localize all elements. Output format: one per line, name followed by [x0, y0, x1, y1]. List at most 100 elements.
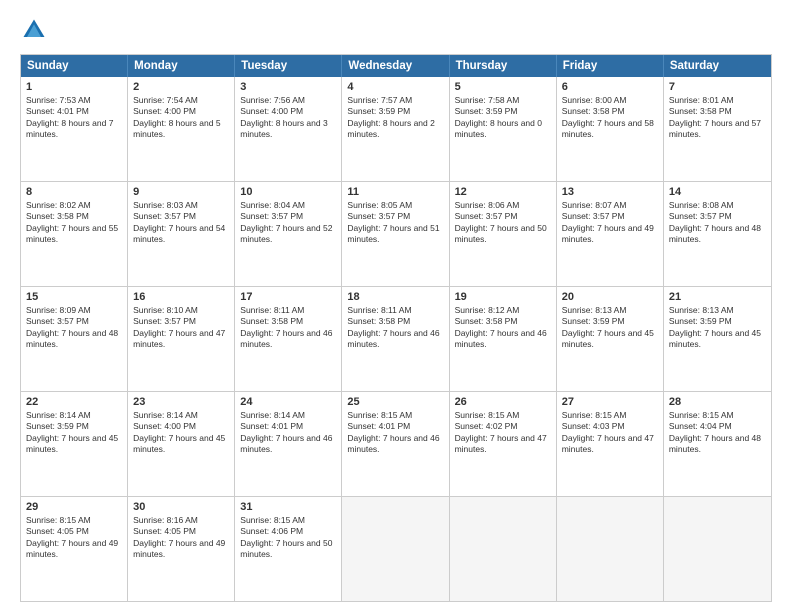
sunset: Sunset: 4:00 PM [133, 421, 229, 432]
sunrise: Sunrise: 7:54 AM [133, 95, 229, 106]
daylight: Daylight: 8 hours and 2 minutes. [347, 118, 443, 141]
cal-cell: 26 Sunrise: 8:15 AM Sunset: 4:02 PM Dayl… [450, 392, 557, 496]
cal-cell [557, 497, 664, 601]
cal-cell: 19 Sunrise: 8:12 AM Sunset: 3:58 PM Dayl… [450, 287, 557, 391]
day-number: 27 [562, 396, 658, 408]
cal-cell: 27 Sunrise: 8:15 AM Sunset: 4:03 PM Dayl… [557, 392, 664, 496]
daylight: Daylight: 7 hours and 54 minutes. [133, 223, 229, 246]
cal-cell: 9 Sunrise: 8:03 AM Sunset: 3:57 PM Dayli… [128, 182, 235, 286]
col-header-friday: Friday [557, 55, 664, 77]
cal-cell [664, 497, 771, 601]
cal-cell: 25 Sunrise: 8:15 AM Sunset: 4:01 PM Dayl… [342, 392, 449, 496]
cal-cell: 15 Sunrise: 8:09 AM Sunset: 3:57 PM Dayl… [21, 287, 128, 391]
sunrise: Sunrise: 8:16 AM [133, 515, 229, 526]
logo [20, 16, 52, 44]
day-number: 5 [455, 81, 551, 93]
sunrise: Sunrise: 8:10 AM [133, 305, 229, 316]
day-number: 20 [562, 291, 658, 303]
day-number: 6 [562, 81, 658, 93]
cal-cell: 5 Sunrise: 7:58 AM Sunset: 3:59 PM Dayli… [450, 77, 557, 181]
daylight: Daylight: 7 hours and 48 minutes. [26, 328, 122, 351]
sunrise: Sunrise: 8:13 AM [562, 305, 658, 316]
day-number: 28 [669, 396, 766, 408]
sunset: Sunset: 4:01 PM [347, 421, 443, 432]
sunset: Sunset: 3:58 PM [669, 106, 766, 117]
calendar-body: 1 Sunrise: 7:53 AM Sunset: 4:01 PM Dayli… [21, 77, 771, 601]
sunset: Sunset: 3:58 PM [240, 316, 336, 327]
sunrise: Sunrise: 8:05 AM [347, 200, 443, 211]
day-number: 26 [455, 396, 551, 408]
sunset: Sunset: 4:01 PM [26, 106, 122, 117]
cal-cell: 21 Sunrise: 8:13 AM Sunset: 3:59 PM Dayl… [664, 287, 771, 391]
day-number: 17 [240, 291, 336, 303]
daylight: Daylight: 7 hours and 47 minutes. [455, 433, 551, 456]
col-header-wednesday: Wednesday [342, 55, 449, 77]
day-number: 31 [240, 501, 336, 513]
daylight: Daylight: 7 hours and 52 minutes. [240, 223, 336, 246]
sunrise: Sunrise: 8:02 AM [26, 200, 122, 211]
sunset: Sunset: 3:57 PM [669, 211, 766, 222]
col-header-thursday: Thursday [450, 55, 557, 77]
daylight: Daylight: 7 hours and 50 minutes. [240, 538, 336, 561]
cal-cell: 28 Sunrise: 8:15 AM Sunset: 4:04 PM Dayl… [664, 392, 771, 496]
sunset: Sunset: 3:57 PM [347, 211, 443, 222]
cal-cell: 17 Sunrise: 8:11 AM Sunset: 3:58 PM Dayl… [235, 287, 342, 391]
day-number: 16 [133, 291, 229, 303]
day-number: 8 [26, 186, 122, 198]
daylight: Daylight: 7 hours and 55 minutes. [26, 223, 122, 246]
daylight: Daylight: 7 hours and 46 minutes. [240, 328, 336, 351]
daylight: Daylight: 8 hours and 5 minutes. [133, 118, 229, 141]
sunrise: Sunrise: 7:53 AM [26, 95, 122, 106]
day-number: 11 [347, 186, 443, 198]
sunrise: Sunrise: 8:15 AM [240, 515, 336, 526]
cal-cell: 22 Sunrise: 8:14 AM Sunset: 3:59 PM Dayl… [21, 392, 128, 496]
sunrise: Sunrise: 8:13 AM [669, 305, 766, 316]
sunset: Sunset: 3:59 PM [26, 421, 122, 432]
cal-cell [450, 497, 557, 601]
sunset: Sunset: 4:04 PM [669, 421, 766, 432]
daylight: Daylight: 7 hours and 46 minutes. [240, 433, 336, 456]
sunset: Sunset: 3:59 PM [347, 106, 443, 117]
daylight: Daylight: 8 hours and 7 minutes. [26, 118, 122, 141]
daylight: Daylight: 7 hours and 46 minutes. [347, 433, 443, 456]
day-number: 22 [26, 396, 122, 408]
cal-cell: 31 Sunrise: 8:15 AM Sunset: 4:06 PM Dayl… [235, 497, 342, 601]
daylight: Daylight: 7 hours and 49 minutes. [562, 223, 658, 246]
sunrise: Sunrise: 8:15 AM [562, 410, 658, 421]
daylight: Daylight: 7 hours and 47 minutes. [133, 328, 229, 351]
sunset: Sunset: 4:00 PM [133, 106, 229, 117]
daylight: Daylight: 7 hours and 45 minutes. [26, 433, 122, 456]
cal-cell: 1 Sunrise: 7:53 AM Sunset: 4:01 PM Dayli… [21, 77, 128, 181]
cal-cell: 13 Sunrise: 8:07 AM Sunset: 3:57 PM Dayl… [557, 182, 664, 286]
day-number: 12 [455, 186, 551, 198]
daylight: Daylight: 7 hours and 46 minutes. [347, 328, 443, 351]
cal-cell: 24 Sunrise: 8:14 AM Sunset: 4:01 PM Dayl… [235, 392, 342, 496]
cal-cell: 14 Sunrise: 8:08 AM Sunset: 3:57 PM Dayl… [664, 182, 771, 286]
sunset: Sunset: 3:57 PM [133, 316, 229, 327]
sunset: Sunset: 3:57 PM [455, 211, 551, 222]
sunset: Sunset: 4:01 PM [240, 421, 336, 432]
sunrise: Sunrise: 7:57 AM [347, 95, 443, 106]
cal-cell [342, 497, 449, 601]
daylight: Daylight: 8 hours and 3 minutes. [240, 118, 336, 141]
week-row-5: 29 Sunrise: 8:15 AM Sunset: 4:05 PM Dayl… [21, 497, 771, 601]
day-number: 2 [133, 81, 229, 93]
cal-cell: 6 Sunrise: 8:00 AM Sunset: 3:58 PM Dayli… [557, 77, 664, 181]
sunrise: Sunrise: 8:09 AM [26, 305, 122, 316]
daylight: Daylight: 7 hours and 49 minutes. [26, 538, 122, 561]
day-number: 3 [240, 81, 336, 93]
daylight: Daylight: 7 hours and 45 minutes. [669, 328, 766, 351]
cal-cell: 10 Sunrise: 8:04 AM Sunset: 3:57 PM Dayl… [235, 182, 342, 286]
sunrise: Sunrise: 8:15 AM [26, 515, 122, 526]
daylight: Daylight: 8 hours and 0 minutes. [455, 118, 551, 141]
calendar: SundayMondayTuesdayWednesdayThursdayFrid… [20, 54, 772, 602]
sunrise: Sunrise: 8:04 AM [240, 200, 336, 211]
page: SundayMondayTuesdayWednesdayThursdayFrid… [0, 0, 792, 612]
day-number: 13 [562, 186, 658, 198]
sunset: Sunset: 3:59 PM [669, 316, 766, 327]
sunset: Sunset: 3:57 PM [133, 211, 229, 222]
day-number: 10 [240, 186, 336, 198]
sunrise: Sunrise: 8:00 AM [562, 95, 658, 106]
cal-cell: 20 Sunrise: 8:13 AM Sunset: 3:59 PM Dayl… [557, 287, 664, 391]
day-number: 15 [26, 291, 122, 303]
